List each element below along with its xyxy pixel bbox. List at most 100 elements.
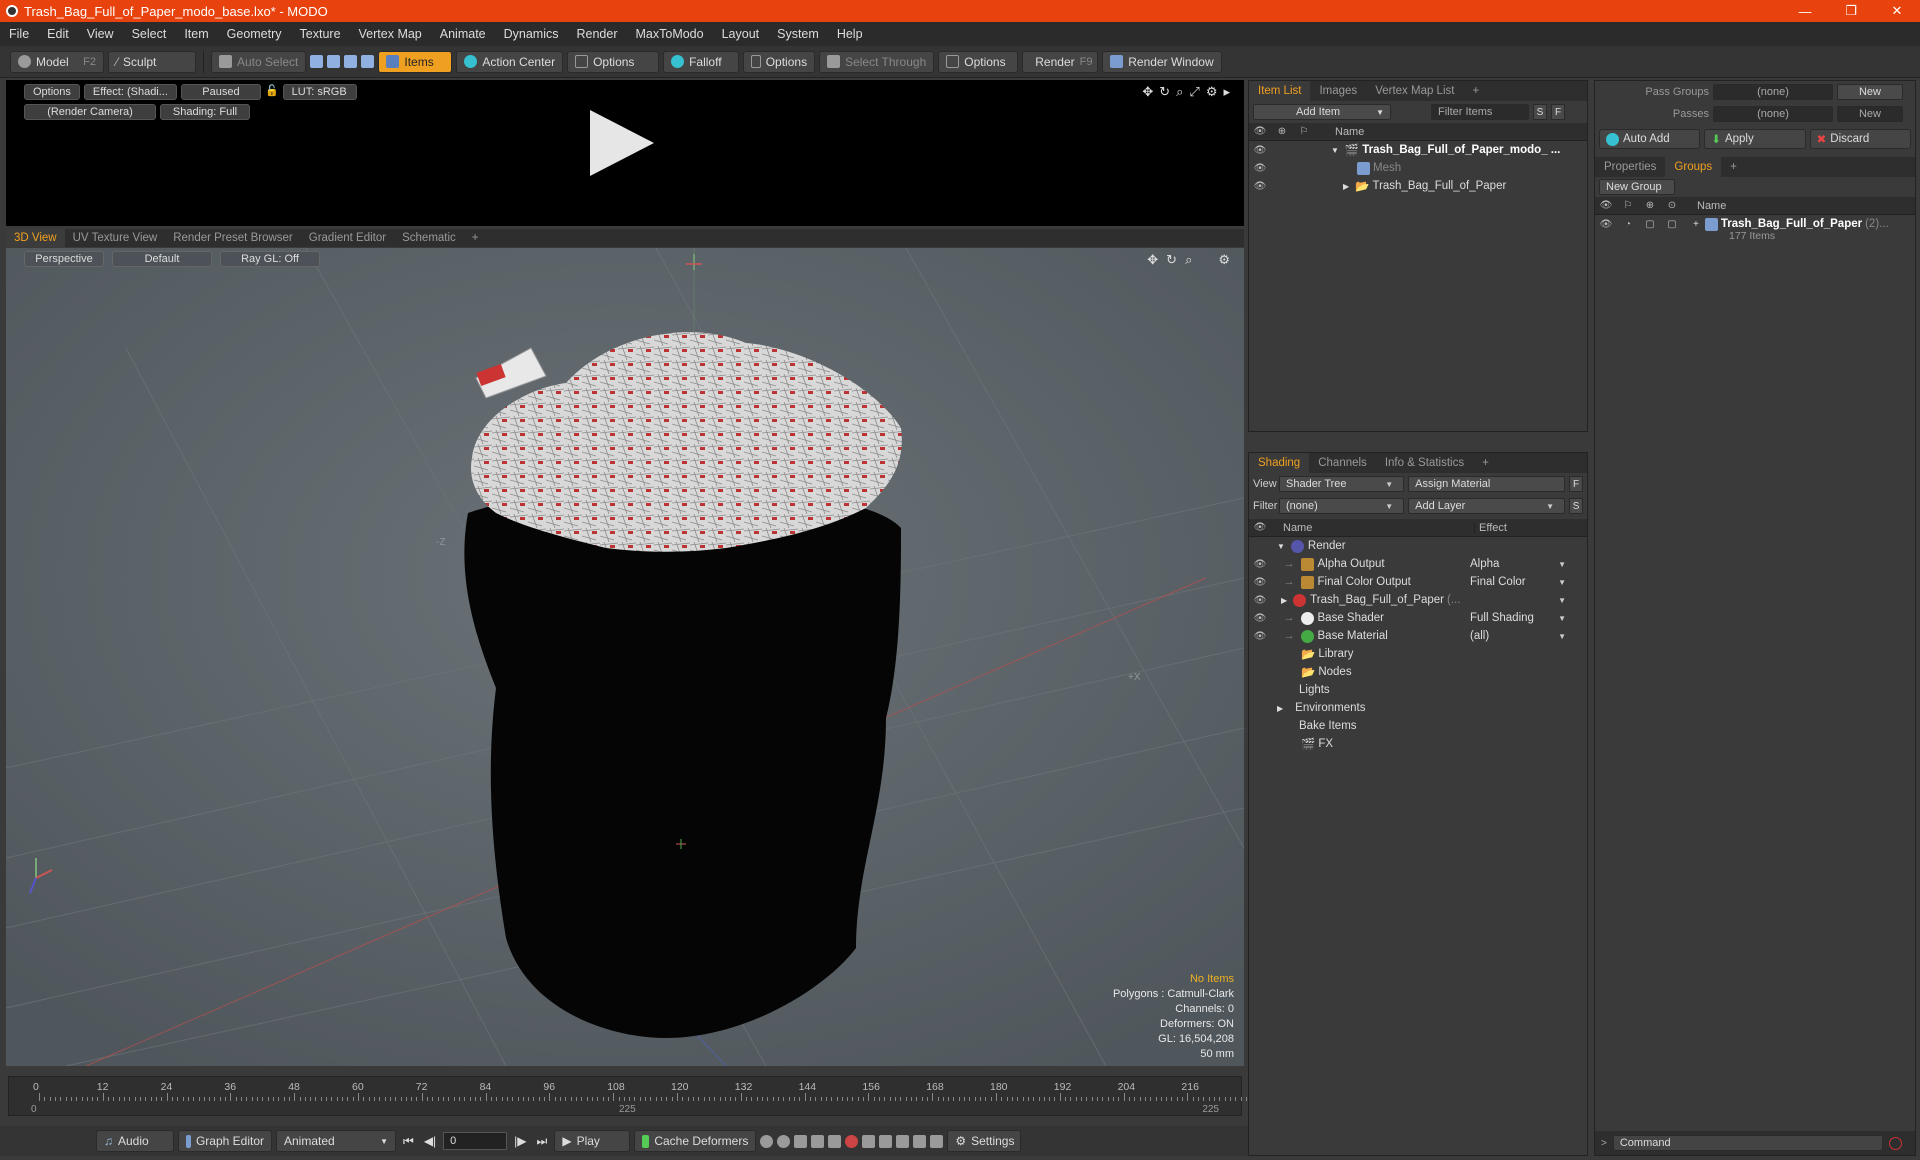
apply-button[interactable]: ⬇ Apply — [1704, 129, 1806, 149]
filter-f-button[interactable]: F — [1551, 104, 1565, 120]
action-center-button[interactable]: Action Center — [456, 50, 564, 73]
auto-select-button[interactable]: Auto Select — [211, 50, 307, 73]
item-row-group[interactable]: 👁 ▶ 📂 Trash_Bag_Full_of_Paper — [1249, 177, 1587, 195]
menu-select[interactable]: Select — [123, 27, 176, 41]
item-row-scene[interactable]: 👁 ▼ 🎬 Trash_Bag_Full_of_Paper_modo_ ... — [1249, 141, 1587, 159]
timeline[interactable]: 0 12 24 36 48 60 72 84 96 108 120 132 144 156 168 180 19… — [8, 1076, 1247, 1116]
skip-start-icon[interactable]: ⏮ — [400, 1134, 417, 1149]
filter-dropdown[interactable]: (none) ▼ — [1279, 498, 1405, 514]
raygl-dropdown[interactable]: Ray GL: Off — [220, 251, 320, 267]
group-row[interactable]: 👁 ◔ ▢ ▢ + Trash_Bag_Full_of_Paper (2)...… — [1595, 215, 1915, 251]
shading-s-button[interactable]: S — [1569, 498, 1583, 514]
eye-icon[interactable]: 👁 — [1595, 219, 1617, 230]
arrow-right-icon[interactable]: ▸ — [1223, 84, 1230, 100]
tab-render-preset-browser[interactable]: Render Preset Browser — [165, 229, 301, 247]
shader-row-alpha-output[interactable]: 👁 → Alpha Output Alpha ▼ — [1249, 555, 1587, 573]
shader-row-base-material[interactable]: 👁 → Base Material (all) ▼ — [1249, 627, 1587, 645]
delete-key-icon[interactable] — [862, 1134, 876, 1148]
expand-arrow-icon[interactable]: ▼ — [1331, 146, 1339, 155]
record-icon[interactable] — [845, 1134, 859, 1148]
move-icon[interactable]: ✥ — [1147, 252, 1158, 268]
add-layer-dropdown[interactable]: Add Layer ▼ — [1408, 498, 1566, 514]
menu-system[interactable]: System — [768, 27, 828, 41]
preview-effect-dropdown[interactable]: Effect: (Shadi... — [83, 84, 177, 100]
gear-icon[interactable]: ⚙ — [1206, 84, 1218, 100]
eye-icon[interactable]: 👁 — [1249, 559, 1271, 570]
rotate-icon[interactable]: ↻ — [1166, 252, 1177, 268]
next-frame-icon[interactable] — [896, 1134, 910, 1148]
expand-arrow-icon[interactable]: ▶ — [1277, 704, 1283, 713]
record-macro-icon[interactable] — [1888, 1136, 1902, 1150]
shader-row-final-color-output[interactable]: 👁 → Final Color Output Final Color ▼ — [1249, 573, 1587, 591]
auto-add-button[interactable]: Auto Add — [1599, 129, 1701, 149]
maximize-icon[interactable]: ⤢ — [1189, 84, 1199, 100]
tab-vertex-map-list[interactable]: Vertex Map List — [1366, 81, 1463, 101]
shader-row-material-group[interactable]: 👁 ▶ Trash_Bag_Full_of_Paper (... ▼ — [1249, 591, 1587, 609]
close-button[interactable]: ✕ — [1874, 0, 1920, 22]
render-toggle-icon[interactable]: ◔ — [1617, 219, 1639, 230]
eye-icon[interactable]: 👁 — [1249, 595, 1271, 606]
tab-groups[interactable]: Groups — [1665, 157, 1722, 177]
effect-dropdown[interactable]: Full Shading ▼ — [1470, 609, 1570, 627]
eye-icon[interactable]: 👁 — [1249, 145, 1271, 156]
sculpt-mode-button[interactable]: ⁄ Sculpt — [108, 50, 196, 73]
add-tab-button[interactable]: + — [1463, 81, 1488, 101]
add-tab-button[interactable]: + — [1721, 157, 1746, 177]
edges-select-icon[interactable] — [327, 55, 341, 68]
shader-row-nodes[interactable]: 📂 Nodes — [1249, 663, 1587, 681]
key-icon[interactable] — [760, 1134, 774, 1148]
passes-dropdown[interactable]: (none) — [1713, 106, 1833, 122]
menu-help[interactable]: Help — [828, 27, 872, 41]
command-input[interactable]: Command — [1612, 1135, 1883, 1151]
action-center-options-button[interactable]: Options — [567, 50, 660, 73]
item-row-mesh[interactable]: 👁 Mesh — [1249, 159, 1587, 177]
new-pass-button[interactable]: New — [1837, 106, 1903, 122]
tab-shading[interactable]: Shading — [1249, 453, 1310, 473]
perspective-dropdown[interactable]: Perspective — [24, 251, 104, 267]
eye-icon[interactable]: 👁 — [1249, 181, 1271, 192]
lock-toggle-icon[interactable]: ▢ — [1639, 219, 1661, 230]
shading-f-button[interactable]: F — [1569, 476, 1583, 492]
move-icon[interactable]: ✥ — [1142, 84, 1153, 100]
view-dropdown[interactable]: Shader Tree ▼ — [1279, 476, 1405, 492]
eye-icon[interactable]: 👁 — [1249, 613, 1271, 624]
assign-material-button[interactable]: Assign Material — [1408, 476, 1566, 492]
expand-arrow-icon[interactable]: ▼ — [1277, 542, 1285, 551]
tab-info-statistics[interactable]: Info & Statistics — [1376, 453, 1473, 473]
add-tab-button[interactable]: + — [1473, 453, 1498, 473]
select-through-button[interactable]: Select Through — [819, 50, 935, 73]
select-through-options-button[interactable]: Options — [938, 50, 1019, 73]
audio-button[interactable]: ♫ Audio — [96, 1130, 174, 1152]
3d-viewport[interactable]: -Z +X Perspective Default Ray GL: Off ✥ … — [6, 248, 1244, 1066]
discard-button[interactable]: ✖ Discard — [1809, 129, 1911, 149]
prev-key-icon[interactable] — [794, 1134, 808, 1148]
shader-row-bake-items[interactable]: Bake Items — [1249, 717, 1587, 735]
effect-dropdown[interactable]: ▼ — [1470, 591, 1570, 609]
set-key-icon[interactable] — [828, 1134, 842, 1148]
menu-vertex-map[interactable]: Vertex Map — [350, 27, 431, 41]
menu-layout[interactable]: Layout — [713, 27, 769, 41]
tab-images[interactable]: Images — [1310, 81, 1366, 101]
zoom-icon[interactable]: ⌕ — [1185, 252, 1192, 268]
tab-item-list[interactable]: Item List — [1249, 81, 1311, 101]
preview-options-button[interactable]: Options — [24, 84, 80, 100]
prev-frame-icon[interactable] — [879, 1134, 893, 1148]
menu-dynamics[interactable]: Dynamics — [495, 27, 568, 41]
menu-animate[interactable]: Animate — [431, 27, 495, 41]
minimize-button[interactable]: — — [1782, 0, 1828, 22]
zoom-icon[interactable]: ⌕ — [1176, 84, 1183, 100]
effect-dropdown[interactable]: Alpha ▼ — [1470, 555, 1570, 573]
maximize-button[interactable]: ❐ — [1828, 0, 1874, 22]
new-group-button[interactable]: New Group — [1599, 179, 1675, 195]
shader-row-environments[interactable]: ▶ Environments — [1249, 699, 1587, 717]
menu-item[interactable]: Item — [175, 27, 217, 41]
render-camera-dropdown[interactable]: (Render Camera) — [24, 104, 156, 120]
expand-arrow-icon[interactable]: ▶ — [1281, 596, 1287, 605]
effect-dropdown[interactable]: (all) ▼ — [1470, 627, 1570, 645]
tab-uv-texture-view[interactable]: UV Texture View — [65, 229, 166, 247]
animated-dropdown[interactable]: Animated ▼ — [276, 1130, 396, 1152]
eye-icon[interactable]: 👁 — [1249, 631, 1271, 642]
vertices-select-icon[interactable] — [310, 55, 324, 68]
shader-row-fx[interactable]: 🎬 FX — [1249, 735, 1587, 753]
menu-geometry[interactable]: Geometry — [218, 27, 291, 41]
